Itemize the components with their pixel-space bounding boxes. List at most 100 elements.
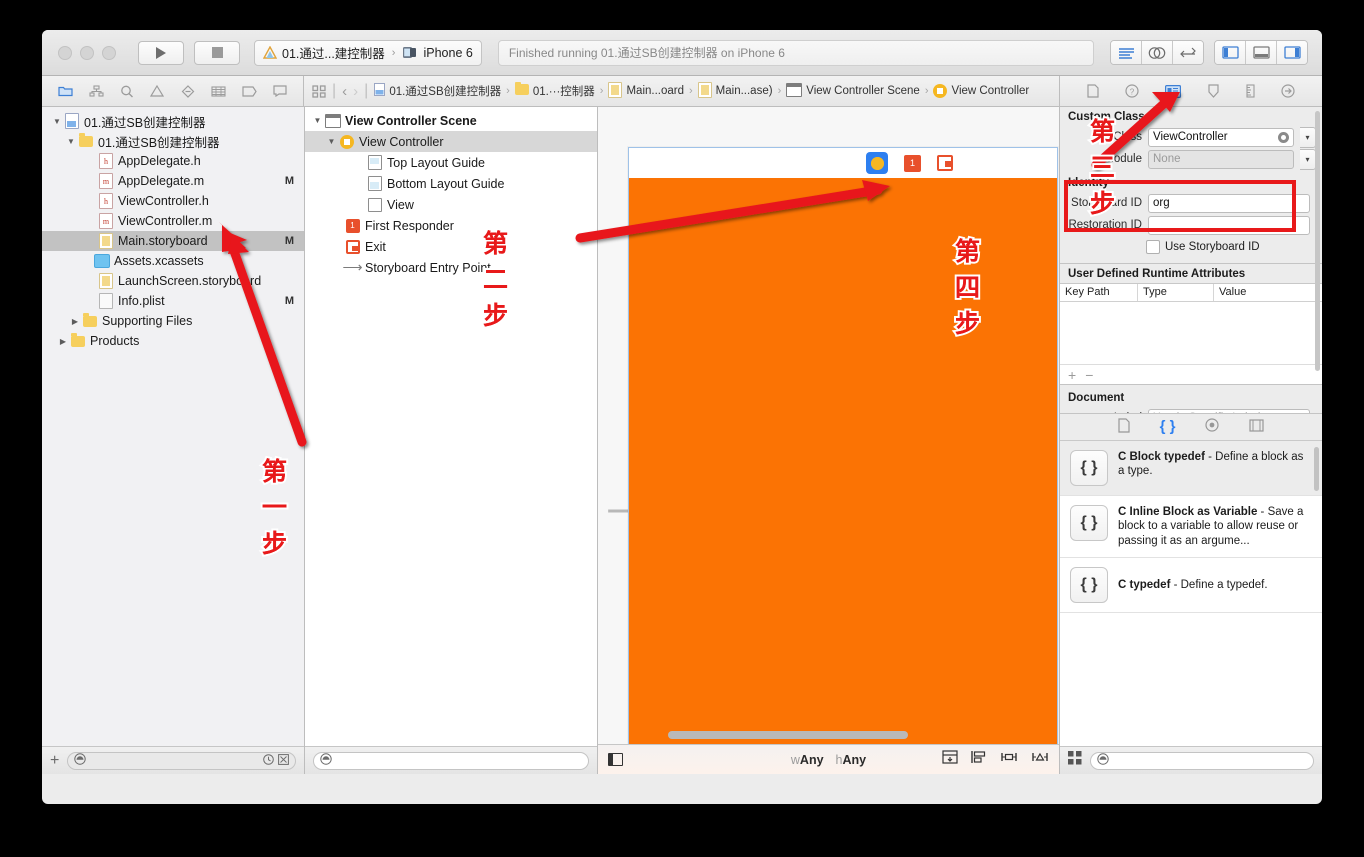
tree-row-assets[interactable]: Assets.xcassets [42,251,304,271]
outline-row-scene[interactable]: ▼ View Controller Scene [305,110,597,131]
disclosure-triangle-icon[interactable]: ▶ [56,337,70,346]
breadcrumb-item-2[interactable]: Main...oard [626,85,684,97]
object-library-icon[interactable] [1205,418,1220,435]
library-item-c-block-typedef[interactable]: { } C Block typedef - Define a block as … [1060,440,1322,496]
outline-row-view[interactable]: View [305,194,597,215]
outline-filter-field[interactable] [313,751,589,770]
library-item-c-typedef[interactable]: { } C typedef - Define a typedef. [1060,558,1322,613]
udra-rows[interactable] [1060,302,1322,364]
issue-navigator-icon[interactable] [150,85,165,97]
embed-in-icon[interactable] [942,750,958,769]
view-toggles-segmented-control[interactable] [1214,40,1308,65]
exit-dock-icon[interactable] [937,155,953,171]
tree-row-products[interactable]: ▶ Products [42,331,304,351]
version-editor-button[interactable] [1173,41,1203,64]
breadcrumb-item-0[interactable]: 01.通过SB创建控制器 [389,83,501,99]
zoom-window-button[interactable] [102,45,116,60]
pin-icon[interactable] [1000,750,1018,769]
resolve-auto-layout-icon[interactable] [1031,750,1049,769]
udra-col-keypath[interactable]: Key Path [1060,284,1138,301]
toggle-navigator-button[interactable] [1215,41,1246,64]
symbol-navigator-icon[interactable] [89,85,104,97]
document-outline-toggle-button[interactable] [608,753,623,766]
module-dropdown-chevron-icon[interactable]: ▾ [1300,148,1316,170]
file-template-library-icon[interactable] [1117,417,1130,436]
tree-row-launchscreen[interactable]: LaunchScreen.storyboard [42,271,304,291]
tree-row-info-plist[interactable]: Info.plist M [42,291,304,311]
source-control-filter-icon[interactable] [278,752,289,770]
scheme-selector[interactable]: 01.通过...建控制器 › iPhone 6 [254,39,482,66]
tree-row-appdelegate-h[interactable]: h AppDelegate.h [42,151,304,171]
udra-col-type[interactable]: Type [1138,284,1214,301]
class-dropdown-chevron-icon[interactable]: ▾ [1300,126,1316,148]
breadcrumb-item-4[interactable]: View Controller Scene [806,85,920,97]
custom-class-row[interactable]: Class ViewController ▾ [1060,126,1322,148]
outline-filter-input[interactable] [336,753,582,768]
align-icon[interactable] [971,750,987,769]
related-items-icon[interactable] [312,84,326,98]
view-controller-dock-icon[interactable] [866,152,888,174]
project-navigator-icon[interactable] [58,85,73,97]
navigator-filter-field[interactable] [67,751,296,770]
outline-row-top-layout-guide[interactable]: Top Layout Guide [305,152,597,173]
restoration-id-row[interactable]: Restoration ID [1060,214,1322,236]
media-library-icon[interactable] [1249,418,1265,435]
add-file-button[interactable]: + [50,752,59,769]
library-grid-view-icon[interactable] [1068,751,1082,770]
stop-button[interactable] [194,40,240,65]
breakpoint-navigator-icon[interactable] [242,85,257,97]
identity-inspector-icon[interactable] [1165,84,1181,98]
breadcrumb-item-1[interactable]: 01.···控制器 [533,83,595,99]
storyboard-id-field[interactable]: org [1148,193,1310,213]
library-tab-bar[interactable]: { } [1060,412,1322,440]
debug-navigator-icon[interactable] [211,85,226,97]
document-label-row[interactable]: Label Xcode Specific Label [1060,407,1322,413]
udra-col-value[interactable]: Value [1214,284,1322,301]
disclosure-triangle-icon[interactable]: ▼ [64,137,78,146]
class-reveal-icon[interactable] [1278,131,1289,143]
use-storyboard-id-row[interactable]: Use Storyboard ID [1060,236,1322,257]
test-navigator-icon[interactable] [181,84,195,98]
assistant-editor-button[interactable] [1142,41,1173,64]
recent-files-icon[interactable] [263,752,274,770]
auto-layout-tools[interactable] [942,750,1049,769]
inspector-tab-bar[interactable]: ? [1060,76,1322,106]
run-button[interactable] [138,40,184,65]
tree-row-main-storyboard[interactable]: Main.storyboard M [42,231,304,251]
breadcrumb-item-3[interactable]: Main...ase) [716,85,773,97]
disclosure-triangle-icon[interactable]: ▼ [325,137,338,146]
minimize-window-button[interactable] [80,45,94,60]
standard-editor-button[interactable] [1111,41,1142,64]
use-storyboard-id-checkbox[interactable] [1146,239,1160,254]
editor-mode-segmented-control[interactable] [1110,40,1204,65]
back-button[interactable]: ‹ [342,83,347,100]
document-label-field[interactable]: Xcode Specific Label [1148,408,1310,413]
navigator-tab-bar[interactable] [42,76,304,106]
project-file-tree[interactable]: ▼ 01.通过SB创建控制器 ▼ 01.通过SB创建控制器 h AppDeleg… [42,107,304,746]
window-controls[interactable] [58,45,116,60]
outline-list[interactable]: ▼ View Controller Scene ▼ View Controlle… [305,107,597,746]
library-item-c-inline-block-as-variable[interactable]: { } C Inline Block as Variable - Save a … [1060,496,1322,558]
toggle-utilities-button[interactable] [1277,41,1307,64]
udra-add-button[interactable]: + [1068,367,1076,383]
outline-row-exit[interactable]: Exit [305,236,597,257]
size-inspector-icon[interactable] [1246,84,1255,98]
tree-row-project[interactable]: ▼ 01.通过SB创建控制器 [42,111,304,131]
view-controller-scene[interactable]: 1 [628,147,1058,744]
breadcrumb[interactable]: 01.通过SB创建控制器 › 01.···控制器 › Main...oard ›… [374,81,1029,101]
forward-button[interactable]: › [353,83,358,100]
library-filter-input[interactable] [1113,753,1307,768]
filter-input[interactable] [90,753,259,768]
tree-row-appdelegate-m[interactable]: m AppDelegate.m M [42,171,304,191]
root-view[interactable] [629,178,1057,744]
outline-row-view-controller[interactable]: ▼ View Controller [305,131,597,152]
find-navigator-icon[interactable] [120,85,134,98]
close-window-button[interactable] [58,45,72,60]
breadcrumb-item-5[interactable]: View Controller [951,85,1029,97]
canvas-area[interactable]: ⟶ 1 [598,107,1059,744]
outline-row-storyboard-entry-point[interactable]: ⟶ Storyboard Entry Point [305,257,597,278]
outline-row-bottom-layout-guide[interactable]: Bottom Layout Guide [305,173,597,194]
first-responder-dock-icon[interactable]: 1 [904,154,921,172]
code-snippet-library-icon[interactable]: { } [1160,418,1176,435]
udra-remove-button[interactable]: − [1085,367,1093,383]
